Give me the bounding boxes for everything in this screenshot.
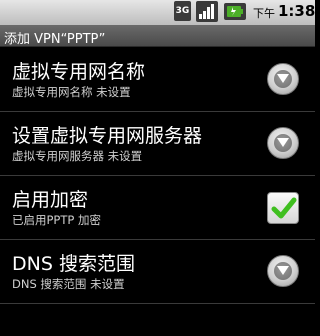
title-bar: 添加 VPN“PPTP” (0, 25, 315, 47)
pref-summary: 虚拟专用网名称 未设置 (12, 85, 131, 99)
pref-dns-search[interactable]: DNS 搜索范围 DNS 搜索范围 未设置 (0, 240, 315, 302)
dropdown-arrow-icon[interactable] (267, 63, 299, 95)
dropdown-arrow-icon[interactable] (267, 127, 299, 159)
pref-title: 设置虚拟专用网服务器 (12, 125, 203, 147)
pref-title: DNS 搜索范围 (12, 253, 135, 275)
checkmark-icon (271, 197, 297, 219)
pref-summary: 虚拟专用网服务器 未设置 (12, 149, 143, 163)
pref-vpn-name[interactable]: 虚拟专用网名称 虚拟专用网名称 未设置 (0, 48, 315, 110)
dropdown-arrow-icon[interactable] (267, 255, 299, 287)
pref-title: 启用加密 (12, 189, 89, 211)
divider (0, 303, 315, 304)
pref-summary: 已启用PPTP 加密 (12, 213, 101, 227)
pref-vpn-server[interactable]: 设置虚拟专用网服务器 虚拟专用网服务器 未设置 (0, 112, 315, 174)
status-bar: 3G 下午 1:38 (0, 0, 315, 25)
clock-time: 1:38 (278, 2, 316, 20)
pref-title: 虚拟专用网名称 (12, 61, 146, 83)
encryption-checkbox[interactable] (267, 192, 299, 224)
pref-enable-encryption[interactable]: 启用加密 已启用PPTP 加密 (0, 176, 315, 238)
page-title: 添加 VPN“PPTP” (4, 32, 106, 47)
signal-icon (196, 1, 218, 22)
ampm-label: 下午 (253, 7, 275, 20)
pref-summary: DNS 搜索范围 未设置 (12, 277, 125, 291)
battery-icon (224, 3, 246, 20)
3g-icon: 3G (174, 1, 191, 21)
